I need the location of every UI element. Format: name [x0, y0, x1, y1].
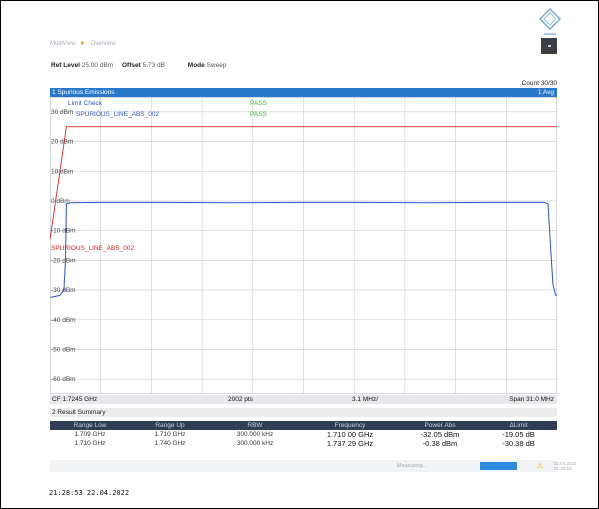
limit-line-label: SPURIOUS_LINE_ABS_002	[51, 245, 134, 252]
tab-overview[interactable]: Overview	[91, 41, 116, 47]
range-up-cell: 1.710 GHz	[154, 431, 186, 438]
capture-timestamp: 21:28:53 22.04.2022	[49, 489, 130, 497]
tab-multiview[interactable]: MultiView	[50, 41, 76, 47]
range-up-cell: 1.740 GHz	[154, 440, 186, 447]
col-power-abs: Power Abs	[424, 422, 456, 429]
panel-title: 1 Spurious Emissions	[52, 89, 115, 96]
rbw-cell: 300.000 kHz	[236, 440, 274, 447]
power-abs-cell: -0.38 dBm	[422, 439, 458, 448]
spurious-emissions-title-bar[interactable]: 1 Spurious Emissions 1 Avg	[50, 88, 557, 97]
limit-check-label: Limit Check	[68, 100, 103, 107]
y-tick-label: 10 dBm	[51, 168, 73, 175]
rbw-cell: 300.000 kHz	[236, 431, 274, 438]
y-tick-label: -40 dBm	[51, 317, 76, 324]
menu-button[interactable]	[541, 38, 557, 54]
col-frequency: Frequency	[334, 422, 366, 429]
tab-bar: MultiView ★ Overview	[50, 40, 120, 47]
result-summary-title: 2 Result Summary	[52, 409, 106, 416]
status-datetime: 22.04.2022 21:28:53	[554, 461, 577, 471]
status-bar: Measuring... ⚠ 22.04.2022 21:28:53	[50, 460, 577, 472]
result-summary-title-bar[interactable]: 2 Result Summary	[50, 408, 557, 417]
col-rbw: RBW	[247, 422, 263, 429]
progress-bar	[480, 462, 517, 470]
offset-value[interactable]: 5.73 dB	[143, 62, 165, 69]
range-low-cell: 1.710 GHz	[74, 440, 106, 447]
spectrum-plot[interactable]: 30 dBm20 dBm10 dBm0 dBm-10 dBm-20 dBm-30…	[50, 97, 557, 394]
pass-indicator-2: PASS	[250, 111, 268, 118]
y-tick-label: 20 dBm	[51, 139, 73, 146]
result-summary-header: Range Low Range Up RBW Frequency Power A…	[50, 421, 557, 430]
measurement-settings: Ref Level 25.00 dBm Offset 5.73 dB Mode …	[51, 62, 233, 69]
delta-limit-cell: -19.05 dB	[502, 430, 535, 439]
col-range-low: Range Low	[73, 422, 107, 429]
trace-mode-badge: 1 Avg	[537, 89, 554, 96]
delta-limit-cell: -30.38 dB	[502, 439, 535, 448]
ref-level-value[interactable]: 25.00 dBm	[82, 62, 113, 69]
y-tick-label: -50 dBm	[51, 346, 76, 353]
frequency-per-division: 3.1 MHz/	[352, 396, 379, 403]
frequency-axis-bar: CF 1.7245 GHz 2002 pts 3.1 MHz/ Span 31.…	[50, 395, 557, 404]
mode-value[interactable]: Sweep	[207, 62, 227, 69]
col-range-up: Range Up	[155, 422, 185, 429]
frequency-cell: 1.710 00 GHz	[326, 430, 374, 439]
range-low-cell: 1.709 GHz	[74, 431, 106, 438]
limit-line-name: SPURIOUS_LINE_ABS_002	[76, 111, 159, 118]
sweep-points: 2002 pts	[228, 396, 253, 403]
y-tick-label: -60 dBm	[51, 376, 76, 383]
center-frequency: CF 1.7245 GHz	[52, 396, 98, 403]
col-delta-limit: ΔLimit	[509, 422, 528, 429]
y-tick-label: -10 dBm	[51, 228, 76, 235]
power-abs-cell: -32.05 dBm	[420, 430, 460, 439]
span: Span 31.0 MHz	[509, 396, 554, 403]
star-icon: ★	[79, 41, 85, 47]
table-row[interactable]: 1.709 GHz 1.710 GHz 300.000 kHz 1.710 00…	[50, 430, 557, 439]
warning-icon[interactable]: ⚠	[537, 462, 543, 470]
pass-indicator-1: PASS	[250, 100, 268, 107]
y-tick-label: 30 dBm	[51, 109, 73, 116]
y-tick-label: -20 dBm	[51, 257, 76, 264]
sweep-count: Count 30/30	[521, 80, 557, 87]
frequency-cell: 1.737 29 GHz	[326, 439, 374, 448]
offset-label: Offset	[121, 62, 141, 69]
mode-label: Mode	[187, 62, 205, 69]
ref-level-label: Ref Level	[51, 62, 80, 69]
rohde-schwarz-logo-icon	[539, 8, 561, 35]
table-row[interactable]: 1.710 GHz 1.740 GHz 300.000 kHz 1.737 29…	[50, 439, 557, 448]
status-text: Measuring...	[397, 463, 428, 469]
